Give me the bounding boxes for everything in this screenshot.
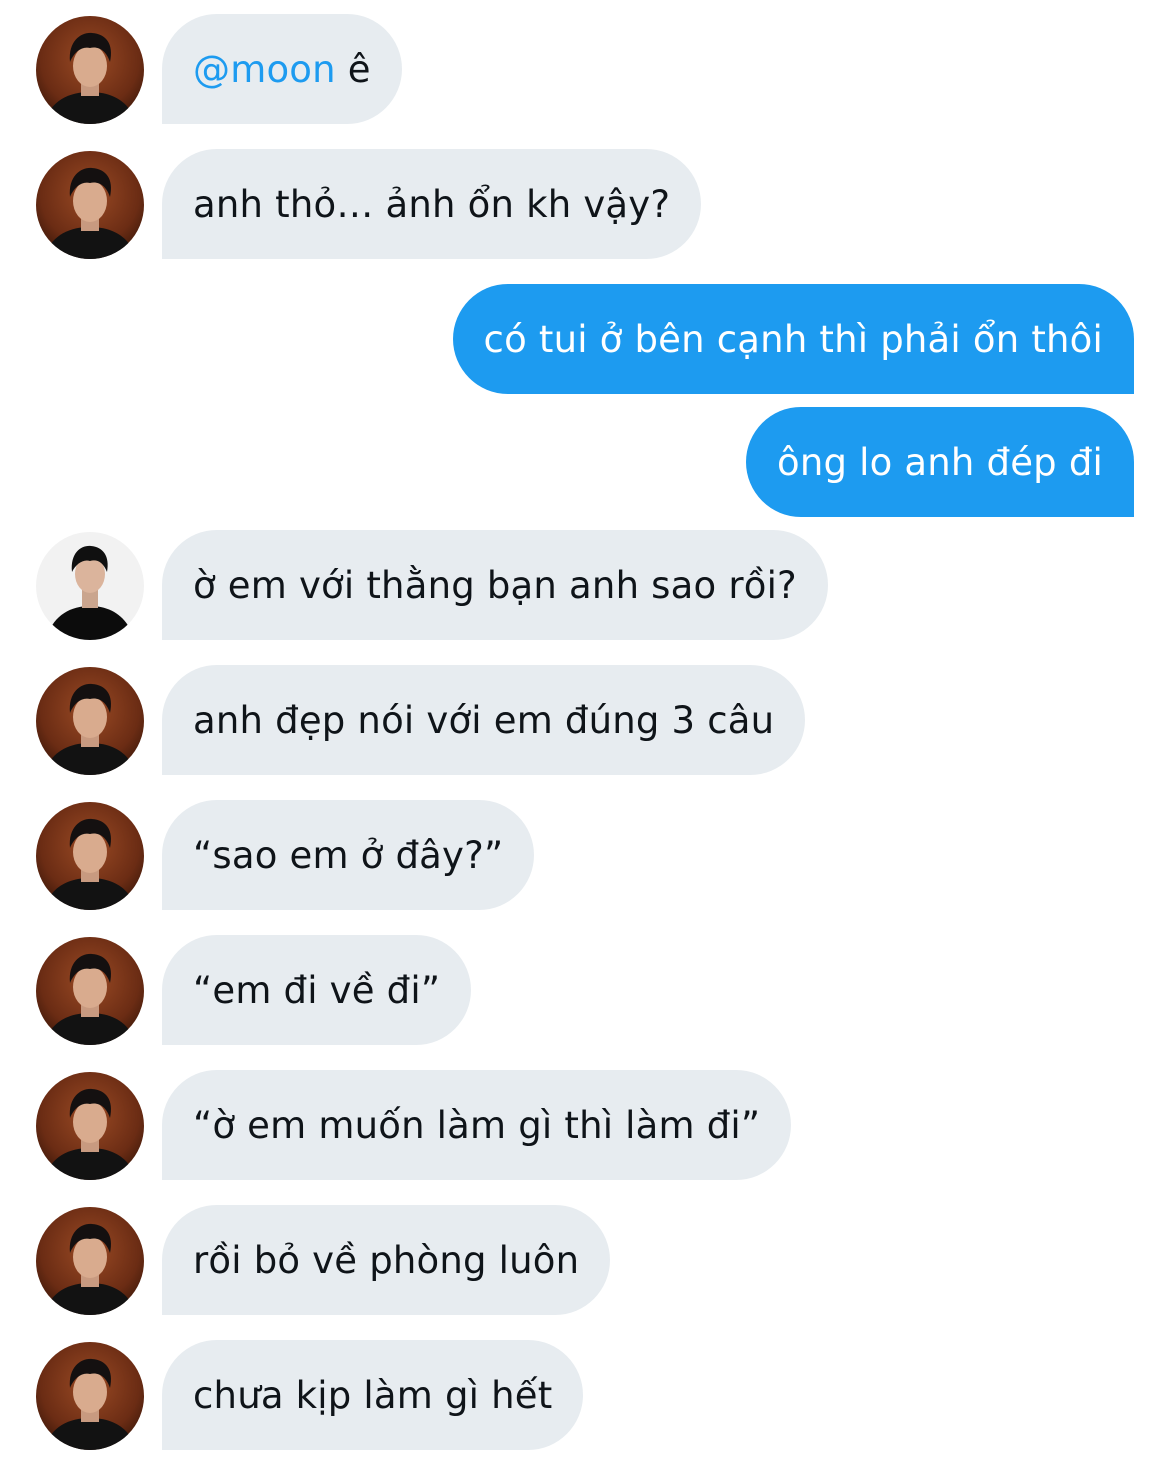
- portrait-dark-icon: [36, 151, 144, 259]
- message-bubble-incoming[interactable]: chưa kịp làm gì hết: [162, 1340, 584, 1450]
- message-bubble-incoming[interactable]: “sao em ở đây?”: [162, 800, 535, 910]
- message-text: ông lo anh đép đi: [776, 440, 1103, 484]
- message-bubble-outgoing[interactable]: có tui ở bên cạnh thì phải ổn thôi: [452, 284, 1134, 394]
- message-text: anh đẹp nói với em đúng 3 câu: [193, 698, 775, 742]
- portrait-dark-icon: [36, 1072, 144, 1180]
- message-text: “ờ em muốn làm gì thì làm đi”: [193, 1103, 761, 1147]
- avatar[interactable]: [36, 1342, 144, 1450]
- message-bubble-incoming[interactable]: “em đi về đi”: [162, 935, 472, 1045]
- message-text: chưa kịp làm gì hết: [193, 1373, 553, 1417]
- portrait-light-icon: [36, 532, 144, 640]
- avatar[interactable]: [36, 667, 144, 775]
- message-text: anh thỏ… ảnh ổn kh vậy?: [193, 182, 671, 226]
- message-text: ê: [335, 47, 371, 91]
- message-text: có tui ở bên cạnh thì phải ổn thôi: [483, 317, 1103, 361]
- portrait-dark-icon: [36, 937, 144, 1045]
- mention-link[interactable]: @moon: [193, 48, 336, 91]
- message-bubble-incoming[interactable]: anh thỏ… ảnh ổn kh vậy?: [162, 149, 702, 259]
- avatar[interactable]: [36, 532, 144, 640]
- portrait-dark-icon: [36, 16, 144, 124]
- avatar[interactable]: [36, 1207, 144, 1315]
- message-bubble-incoming[interactable]: “ờ em muốn làm gì thì làm đi”: [162, 1070, 792, 1180]
- message-text: rồi bỏ về phòng luôn: [193, 1238, 580, 1282]
- portrait-dark-icon: [36, 802, 144, 910]
- avatar[interactable]: [36, 937, 144, 1045]
- avatar[interactable]: [36, 151, 144, 259]
- avatar[interactable]: [36, 1072, 144, 1180]
- message-text: “em đi về đi”: [193, 968, 441, 1012]
- portrait-dark-icon: [36, 1207, 144, 1315]
- message-bubble-incoming[interactable]: anh đẹp nói với em đúng 3 câu: [162, 665, 806, 775]
- message-bubble-incoming[interactable]: rồi bỏ về phòng luôn: [162, 1205, 611, 1315]
- portrait-dark-icon: [36, 667, 144, 775]
- message-bubble-incoming[interactable]: @moon ê: [162, 14, 402, 124]
- message-bubble-incoming[interactable]: ờ em với thằng bạn anh sao rồi?: [162, 530, 828, 640]
- message-bubble-outgoing[interactable]: ông lo anh đép đi: [745, 407, 1134, 517]
- message-text: ờ em với thằng bạn anh sao rồi?: [193, 563, 797, 607]
- portrait-dark-icon: [36, 1342, 144, 1450]
- avatar[interactable]: [36, 802, 144, 910]
- avatar[interactable]: [36, 16, 144, 124]
- message-text: “sao em ở đây?”: [193, 833, 504, 877]
